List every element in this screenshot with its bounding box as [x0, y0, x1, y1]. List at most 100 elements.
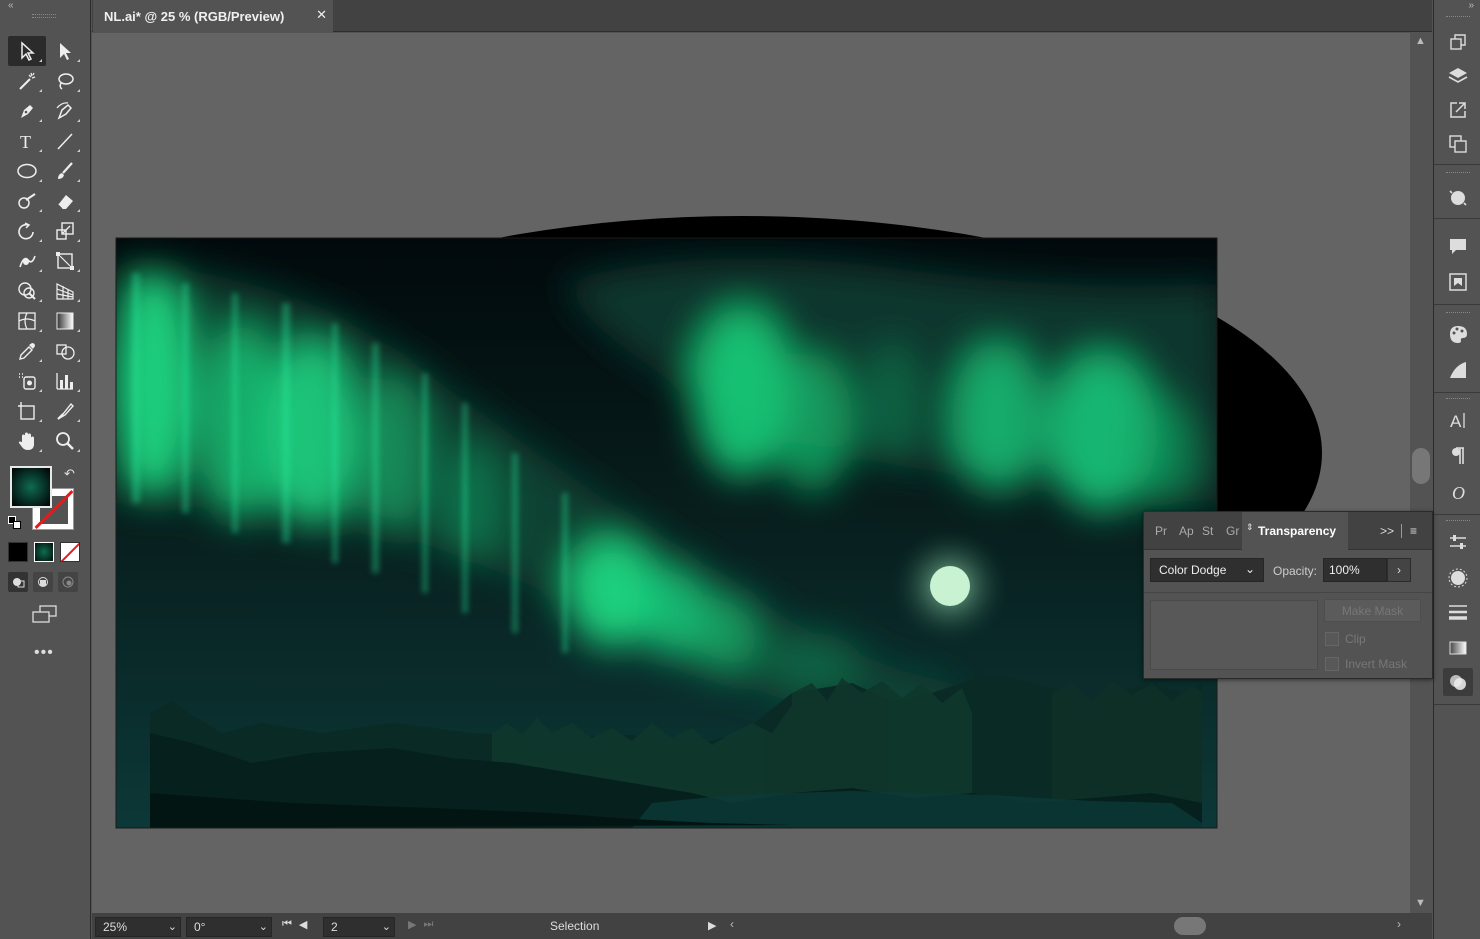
artboards-icon[interactable]	[1443, 130, 1473, 158]
color-button[interactable]	[8, 542, 28, 562]
slice-tool[interactable]	[46, 396, 84, 426]
blend-mode-select[interactable]: Color Dodge ⌄	[1150, 558, 1264, 582]
first-artboard-icon[interactable]: ⏮	[282, 918, 292, 931]
dock-grip[interactable]	[1446, 398, 1470, 402]
zoom-tool[interactable]	[46, 426, 84, 456]
tab-transparency[interactable]: ⇕ Transparency	[1242, 512, 1348, 550]
last-artboard-icon[interactable]: ⏭	[423, 918, 433, 931]
export-icon[interactable]	[1443, 96, 1473, 124]
rotation-dropdown-icon[interactable]: ⌄	[259, 920, 268, 933]
warp-tool[interactable]	[8, 246, 46, 276]
edit-toolbar-icon[interactable]: •••	[34, 644, 54, 662]
draw-normal-icon[interactable]	[8, 572, 28, 592]
direct-selection-tool[interactable]	[46, 36, 84, 66]
dock-grip[interactable]	[1446, 312, 1470, 316]
zoom-field[interactable]: 25% ⌄	[95, 917, 181, 937]
vertical-scroll-thumb[interactable]	[1412, 448, 1430, 484]
tab-appearance[interactable]: Ap	[1179, 524, 1194, 538]
zoom-dropdown-icon[interactable]: ⌄	[168, 920, 177, 933]
line-segment-tool[interactable]	[46, 126, 84, 156]
dock-grip[interactable]	[1446, 520, 1470, 524]
tab-gradient[interactable]: Gr	[1226, 524, 1239, 538]
status-menu-icon[interactable]: ▶	[708, 919, 716, 932]
opacity-slider-button[interactable]: ›	[1387, 558, 1411, 582]
color-guide-icon[interactable]	[1443, 356, 1473, 384]
tab-properties[interactable]: Pr	[1155, 524, 1167, 538]
draw-behind-icon[interactable]	[33, 572, 53, 592]
paragraph-icon[interactable]	[1443, 442, 1473, 470]
artboard-dropdown-icon[interactable]: ⌄	[382, 920, 391, 933]
screen-mode-icon[interactable]	[30, 604, 60, 626]
eraser-tool[interactable]	[46, 186, 84, 216]
more-tabs-icon[interactable]: >>	[1380, 524, 1394, 538]
appearance-icon[interactable]	[1443, 564, 1473, 592]
invert-mask-option[interactable]: Invert Mask	[1325, 657, 1407, 671]
transparency-panel-icon[interactable]	[1443, 668, 1473, 696]
artboard-tool[interactable]	[8, 396, 46, 426]
lasso-tool[interactable]	[46, 66, 84, 96]
hand-tool[interactable]	[8, 426, 46, 456]
dock-grip[interactable]	[1446, 16, 1470, 20]
selection-tool[interactable]	[8, 36, 46, 66]
shape-builder-tool[interactable]	[8, 276, 46, 306]
libraries-icon[interactable]	[1443, 184, 1473, 212]
perspective-grid-tool[interactable]	[46, 276, 84, 306]
scale-tool[interactable]	[46, 216, 84, 246]
magic-wand-tool[interactable]	[8, 66, 46, 96]
layers-icon[interactable]	[1443, 62, 1473, 90]
dock-grip[interactable]	[1446, 172, 1470, 176]
gradient-panel-icon[interactable]	[1443, 634, 1473, 662]
stroke-panel-icon[interactable]	[1443, 598, 1473, 626]
clip-option[interactable]: Clip	[1325, 632, 1366, 646]
symbol-sprayer-tool[interactable]	[8, 366, 46, 396]
scroll-right-icon[interactable]: ›	[1397, 917, 1401, 931]
rotate-tool[interactable]	[8, 216, 46, 246]
panel-menu-icon[interactable]: ≡	[1410, 524, 1417, 538]
column-graph-tool[interactable]	[46, 366, 84, 396]
draw-inside-icon[interactable]	[58, 572, 78, 592]
default-fill-stroke-icon[interactable]	[8, 516, 22, 530]
previous-artboard-icon[interactable]: ◀	[299, 918, 307, 931]
make-mask-button[interactable]: Make Mask	[1324, 599, 1421, 622]
next-artboard-icon[interactable]: ▶	[408, 918, 416, 931]
blend-tool[interactable]	[46, 336, 84, 366]
properties-icon[interactable]	[1443, 28, 1473, 56]
opacity-input[interactable]: 100%	[1323, 558, 1387, 582]
scroll-down-icon[interactable]: ▼	[1415, 897, 1426, 909]
vertical-scrollbar[interactable]: ▲ ▼	[1410, 33, 1432, 913]
expand-panels-icon[interactable]: »	[1468, 0, 1474, 11]
shaper-tool[interactable]	[8, 186, 46, 216]
scroll-left-icon[interactable]: ‹	[730, 917, 734, 931]
canvas-area[interactable]	[92, 33, 1410, 913]
color-palette-icon[interactable]	[1443, 320, 1473, 348]
free-transform-tool[interactable]	[46, 246, 84, 276]
artboard-field[interactable]: 2 ⌄	[323, 917, 395, 937]
collapse-tools-icon[interactable]: «	[8, 0, 14, 11]
swap-fill-stroke-icon[interactable]: ↶	[64, 466, 75, 482]
scroll-up-icon[interactable]: ▲	[1415, 35, 1426, 47]
close-tab-icon[interactable]: ✕	[316, 7, 327, 23]
opentype-icon[interactable]: O	[1443, 478, 1473, 506]
eyedropper-tool[interactable]	[8, 336, 46, 366]
tab-stroke[interactable]: St	[1202, 524, 1213, 538]
document-tab[interactable]: NL.ai* @ 25 % (RGB/Preview) ✕	[93, 0, 333, 32]
type-tool[interactable]: T	[8, 126, 46, 156]
mesh-tool[interactable]	[8, 306, 46, 336]
invert-mask-checkbox[interactable]	[1325, 657, 1339, 671]
none-button[interactable]	[60, 542, 80, 562]
character-icon[interactable]: A	[1443, 406, 1473, 434]
paintbrush-tool[interactable]	[46, 156, 84, 186]
rotation-field[interactable]: 0° ⌄	[186, 917, 272, 937]
horizontal-scroll-thumb[interactable]	[1174, 917, 1206, 935]
learn-icon[interactable]	[1443, 268, 1473, 296]
ellipse-tool[interactable]	[8, 156, 46, 186]
gradient-tool[interactable]	[46, 306, 84, 336]
pen-tool[interactable]	[8, 96, 46, 126]
comments-icon[interactable]	[1443, 232, 1473, 260]
gradient-button[interactable]	[34, 542, 54, 562]
align-icon[interactable]	[1443, 528, 1473, 556]
clip-checkbox[interactable]	[1325, 632, 1339, 646]
tools-panel-grip[interactable]	[32, 14, 56, 18]
curvature-tool[interactable]	[46, 96, 84, 126]
fill-swatch[interactable]	[10, 466, 52, 508]
